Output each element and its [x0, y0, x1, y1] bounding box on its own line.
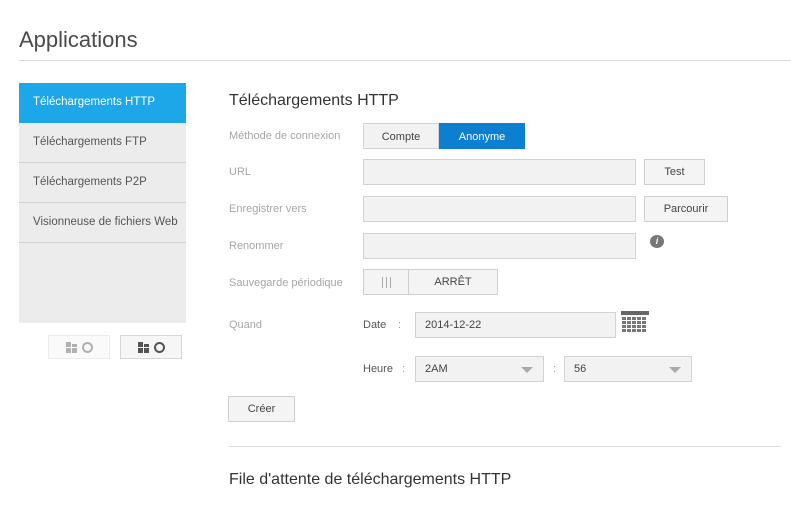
hour-select[interactable]: 2AM [415, 356, 544, 382]
url-label: URL [229, 166, 252, 178]
sidebar-item-http-downloads[interactable]: Téléchargements HTTP [19, 83, 186, 123]
periodic-backup-switch[interactable]: ARRÊT [363, 269, 498, 295]
section-divider [229, 446, 781, 447]
save-to-label: Enregistrer vers [229, 203, 307, 215]
calendar-icon[interactable] [621, 311, 649, 335]
time-label: Heure [363, 363, 393, 375]
gear-icon [153, 341, 165, 353]
app-settings-button[interactable] [120, 335, 182, 359]
sidebar-item-ftp-downloads[interactable]: Téléchargements FTP [19, 123, 186, 163]
switch-handle[interactable] [364, 270, 409, 294]
when-label: Quand [229, 319, 263, 331]
account-option-button[interactable]: Compte [363, 123, 439, 149]
hour-select-value: 2AM [425, 363, 448, 375]
sidebar-item-web-file-viewer[interactable]: Visionneuse de fichiers Web [19, 203, 186, 243]
anonymous-option-button[interactable]: Anonyme [439, 123, 525, 149]
save-to-input[interactable] [363, 196, 636, 222]
rename-label: Renommer [229, 240, 284, 252]
remove-app-button[interactable] [48, 335, 110, 359]
date-colon: : [398, 319, 402, 331]
page-title: Applications [19, 27, 138, 52]
minute-select[interactable]: 56 [564, 356, 692, 382]
create-button[interactable]: Créer [228, 396, 295, 422]
apps-grid-icon [65, 341, 77, 353]
gear-icon [81, 341, 93, 353]
time-colon: : [402, 363, 406, 375]
rename-input[interactable] [363, 233, 636, 259]
test-button[interactable]: Test [644, 159, 705, 185]
title-divider [19, 60, 791, 61]
date-label: Date [363, 319, 387, 331]
minute-select-value: 56 [574, 363, 587, 375]
chevron-down-icon [521, 367, 533, 373]
url-input[interactable] [363, 159, 636, 185]
periodic-backup-label: Sauvegarde périodique [229, 277, 343, 289]
queue-title: File d'attente de téléchargements HTTP [229, 471, 512, 488]
sidebar-item-p2p-downloads[interactable]: Téléchargements P2P [19, 163, 186, 203]
connection-method-label: Méthode de connexion [229, 130, 341, 142]
apps-grid-icon [137, 341, 149, 353]
browse-button[interactable]: Parcourir [644, 196, 728, 222]
section-title: Téléchargements HTTP [229, 92, 399, 109]
sidebar: Téléchargements HTTP Téléchargements FTP… [19, 83, 186, 323]
hour-minute-colon: : [553, 363, 557, 375]
date-input[interactable]: 2014-12-22 [415, 312, 616, 338]
chevron-down-icon [669, 367, 681, 373]
info-icon[interactable]: i [650, 235, 664, 248]
connection-method-toggle: Compte Anonyme [363, 123, 525, 149]
switch-state-text: ARRÊT [434, 276, 472, 288]
